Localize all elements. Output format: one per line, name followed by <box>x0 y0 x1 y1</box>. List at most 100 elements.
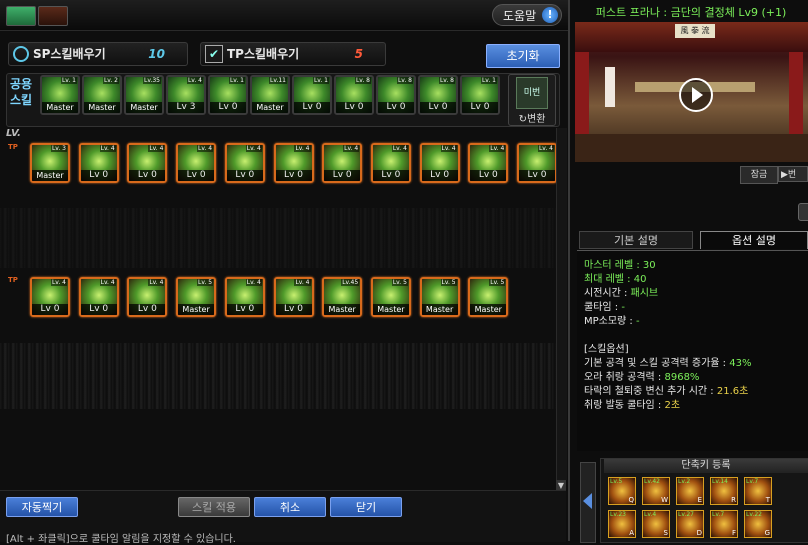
hotkey-slot[interactable]: Lv.7 T <box>744 477 772 505</box>
hotkey-slot[interactable]: Lv.27 D <box>676 510 704 538</box>
skill-level-tag: Lv. 4 <box>148 279 165 286</box>
shared-skill-slot[interactable]: Lv. 8 Lv 0 <box>376 75 416 115</box>
skill-level-tag: Lv. 1 <box>480 77 497 84</box>
shared-skill-slot[interactable]: Lv.35 Master <box>124 75 164 115</box>
desc-option-3: 타락의 철퇴중 변신 추가 시간 : 21.6초 <box>584 386 749 397</box>
skill-level-badge: Master <box>126 102 162 113</box>
skill-slot[interactable]: Lv. 4 Lv 0 <box>273 143 314 183</box>
hotkey-level: Lv.5 <box>610 478 623 485</box>
skill-slot[interactable]: Lv. 4 Lv 0 <box>127 277 168 317</box>
skill-slot[interactable]: Lv. 4 Lv 0 <box>517 143 557 183</box>
skill-level-tag: Lv. 1 <box>228 77 245 84</box>
cancel-button[interactable]: 취소 <box>254 497 326 517</box>
skill-slot[interactable]: Lv. 5 Master <box>419 277 460 317</box>
hotkey-prev-arrow-icon[interactable] <box>580 462 596 543</box>
skill-slot[interactable]: Lv. 4 Lv 0 <box>419 143 460 183</box>
shared-skill-slot[interactable]: Lv. 1 Lv 0 <box>292 75 332 115</box>
skill-level-tag: Lv.35 <box>143 77 161 84</box>
skill-level-tag: Lv. 4 <box>294 145 311 152</box>
skill-level-tag: Lv. 4 <box>245 145 262 152</box>
shared-skill-slot[interactable]: Lv. 1 Lv 0 <box>460 75 500 115</box>
video-title: 퍼스트 프라나 : 금단의 결정체 Lv9 (+1) <box>595 6 787 19</box>
skill-slot[interactable]: Lv. 4 Lv 0 <box>370 143 411 183</box>
skill-level-badge: Master <box>32 170 68 181</box>
skill-level-tag: Lv. 8 <box>396 77 413 84</box>
skill-slot[interactable]: Lv. 4 Lv 0 <box>78 277 119 317</box>
next-button[interactable]: ▶번 <box>778 166 808 182</box>
shared-skill-slot[interactable]: Lv. 8 Lv 0 <box>418 75 458 115</box>
skill-slot[interactable]: Lv. 4 Lv 0 <box>78 143 119 183</box>
tab-set-2[interactable] <box>38 6 68 26</box>
skill-level-tag: Lv. 4 <box>391 145 408 152</box>
skill-level-badge: Lv 3 <box>168 102 204 113</box>
skill-slot[interactable]: Lv. 3 Master <box>30 143 70 183</box>
tab-basic-description[interactable]: 기본 설명 <box>579 231 693 249</box>
tab-set-1[interactable] <box>6 6 36 26</box>
shared-skill-slot[interactable]: Lv. 2 Master <box>82 75 122 115</box>
hotkey-key: R <box>731 496 736 504</box>
fighter-figure <box>605 67 615 107</box>
convert-button[interactable]: 미번 ↻변환 <box>508 74 556 126</box>
skill-level-tag: Lv. 4 <box>245 279 262 286</box>
skill-level-badge: Master <box>84 102 120 113</box>
close-button[interactable]: 닫기 <box>330 497 402 517</box>
hotkey-slot[interactable]: Lv.4 S <box>642 510 670 538</box>
hotkey-level: Lv.2 <box>678 478 691 485</box>
hotkey-key: Q <box>628 496 634 504</box>
skill-level-badge: Lv 0 <box>378 102 414 113</box>
reset-button[interactable]: 초기화 <box>486 44 560 68</box>
hotkey-level: Lv.23 <box>610 511 626 518</box>
tab-option-description[interactable]: 옵션 설명 <box>700 231 808 249</box>
skill-slot[interactable]: Lv. 5 Master <box>468 277 509 317</box>
tp-label: TP스킬배우기 <box>227 47 300 61</box>
skill-slot[interactable]: Lv. 4 Lv 0 <box>224 277 265 317</box>
lock-button[interactable]: 잠금 <box>740 166 778 184</box>
help-label: 도움말 <box>503 9 537 23</box>
shared-skill-slot[interactable]: Lv.11 Master <box>250 75 290 115</box>
skill-level-tag: Lv. 4 <box>99 279 116 286</box>
check-icon: ✔ <box>205 45 223 63</box>
shared-skill-slot[interactable]: Lv. 8 Lv 0 <box>334 75 374 115</box>
skill-slot[interactable]: Lv. 4 Lv 0 <box>127 143 168 183</box>
scrollbar[interactable] <box>556 128 567 480</box>
skill-slot[interactable]: Lv. 4 Lv 0 <box>322 143 363 183</box>
skill-slot[interactable]: Lv. 4 Lv 0 <box>224 143 265 183</box>
hotkey-slot[interactable]: Lv.2 E <box>676 477 704 505</box>
skill-level-badge: Lv 0 <box>324 170 361 181</box>
skill-level-badge: Lv 0 <box>462 102 498 113</box>
skill-slot[interactable]: Lv. 4 Lv 0 <box>468 143 509 183</box>
skill-slot[interactable]: Lv. 5 Master <box>176 277 217 317</box>
sp-value: 10 <box>148 47 165 61</box>
hotkey-slot[interactable]: Lv.14 R <box>710 477 738 505</box>
hotkey-level: Lv.27 <box>678 511 694 518</box>
skill-level-tag: Lv.45 <box>341 279 360 286</box>
skill-slot[interactable]: Lv. 5 Master <box>370 277 411 317</box>
skill-level-badge: Lv 0 <box>129 304 166 315</box>
desc-option-4: 취랑 발동 쿨타임 : 2초 <box>584 400 681 411</box>
skill-slot[interactable]: Lv.45 Master <box>322 277 363 317</box>
apply-skills-button[interactable]: 스킬 적용 <box>178 497 250 517</box>
hotkey-slot[interactable]: Lv.22 G <box>744 510 772 538</box>
skill-level-badge: Lv 0 <box>226 170 263 181</box>
tp-mark-row1: TP <box>8 143 18 151</box>
hotkey-slot[interactable]: Lv.7 F <box>710 510 738 538</box>
hotkey-slot[interactable]: Lv.5 Q <box>608 477 636 505</box>
desc-cast-time: 시전시간 : 패시브 <box>584 288 659 299</box>
hotkey-key: F <box>731 529 736 537</box>
hotkey-slot[interactable]: Lv.23 A <box>608 510 636 538</box>
shared-skill-slot[interactable]: Lv. 4 Lv 3 <box>166 75 206 115</box>
skill-slot[interactable]: Lv. 4 Lv 0 <box>176 143 217 183</box>
play-icon[interactable] <box>679 78 713 112</box>
hotkey-slot[interactable]: Lv.42 W <box>642 477 670 505</box>
help-button[interactable]: 도움말 ! <box>492 4 562 26</box>
shared-skill-slot[interactable]: Lv. 1 Master <box>40 75 80 115</box>
skill-level-tag: Lv. 8 <box>354 77 371 84</box>
shared-skill-slot[interactable]: Lv. 1 Lv 0 <box>208 75 248 115</box>
skill-slot[interactable]: Lv. 4 Lv 0 <box>30 277 70 317</box>
skill-level-badge: Lv 0 <box>336 102 372 113</box>
desc-option-2: 오라 취랑 공격력 : 8968% <box>584 372 700 383</box>
hotkey-key: A <box>629 529 634 537</box>
skill-slot[interactable]: Lv. 4 Lv 0 <box>273 277 314 317</box>
auto-allocate-button[interactable]: 자동찍기 <box>6 497 78 517</box>
expand-icon[interactable] <box>798 203 808 221</box>
